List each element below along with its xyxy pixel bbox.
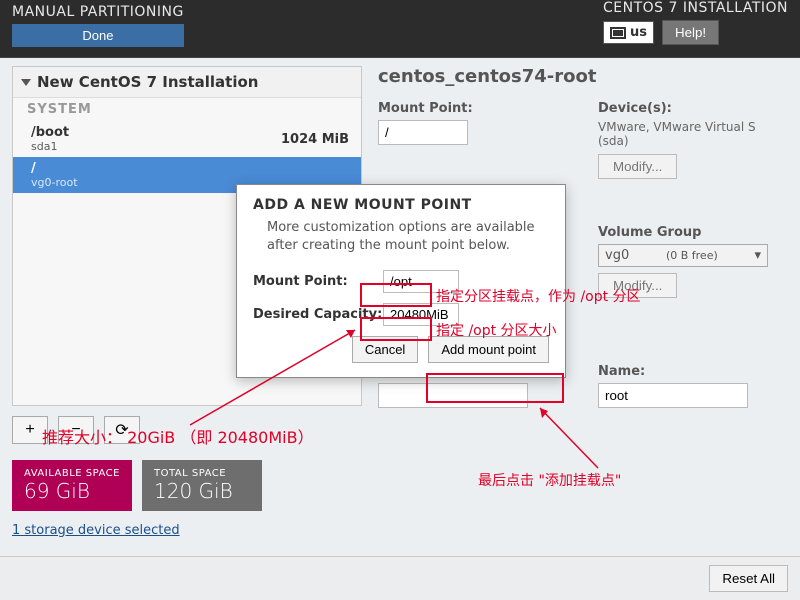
- total-space-box: TOTAL SPACE 120 GiB: [142, 460, 262, 511]
- name-input[interactable]: [598, 383, 748, 408]
- add-mount-point-button[interactable]: Add mount point: [428, 336, 549, 363]
- partition-list-title: New CentOS 7 Installation: [37, 73, 258, 91]
- mount-label: Mount Point:: [378, 101, 568, 116]
- device-text: VMware, VMware Virtual S (sda): [598, 120, 788, 148]
- capacity-label: Desired Capacity:: [253, 307, 383, 322]
- space-summary: AVAILABLE SPACE 69 GiB TOTAL SPACE 120 G…: [12, 460, 362, 511]
- done-button[interactable]: Done: [12, 24, 184, 47]
- system-section-label: SYSTEM: [27, 102, 347, 117]
- cancel-button[interactable]: Cancel: [352, 336, 418, 363]
- page-title: MANUAL PARTITIONING: [12, 4, 184, 20]
- total-label: TOTAL SPACE: [154, 468, 250, 479]
- keyboard-icon: [610, 27, 626, 39]
- dialog-title: ADD A NEW MOUNT POINT: [253, 197, 549, 213]
- keyboard-indicator[interactable]: us: [603, 21, 654, 44]
- reset-all-button[interactable]: Reset All: [709, 565, 788, 592]
- add-mount-point-dialog: ADD A NEW MOUNT POINT More customization…: [236, 184, 566, 378]
- partition-row-boot[interactable]: /boot sda1 1024 MiB: [13, 121, 361, 157]
- help-button[interactable]: Help!: [662, 20, 719, 45]
- vg-free: (0 B free): [666, 249, 718, 262]
- device-name: vg0-root: [31, 176, 78, 189]
- bottom-bar: Reset All: [0, 556, 800, 600]
- keyboard-layout: us: [630, 25, 647, 40]
- name-label: Name:: [598, 364, 788, 379]
- partition-list-header[interactable]: New CentOS 7 Installation: [13, 67, 361, 98]
- avail-value: 69 GiB: [24, 479, 120, 503]
- total-value: 120 GiB: [154, 479, 250, 503]
- device-label: Device(s):: [598, 101, 788, 116]
- topbar-right: CENTOS 7 INSTALLATION us Help!: [603, 0, 788, 45]
- storage-devices-link[interactable]: 1 storage device selected: [12, 523, 362, 538]
- detail-header: centos_centos74-root: [378, 66, 788, 87]
- topbar-left: MANUAL PARTITIONING Done: [12, 0, 184, 47]
- modify-device-button[interactable]: Modify...: [598, 154, 677, 179]
- mount-path: /: [31, 161, 78, 176]
- dialog-subtitle: More customization options are available…: [267, 219, 549, 254]
- label-input[interactable]: [378, 383, 528, 408]
- vg-label: Volume Group: [598, 225, 788, 240]
- annotation-text-2: 指定 /opt 分区大小: [436, 320, 557, 340]
- caret-down-icon: [21, 79, 31, 86]
- mount-point-label: Mount Point:: [253, 274, 383, 289]
- mount-field: Mount Point:: [378, 101, 568, 179]
- device-name: sda1: [31, 140, 69, 153]
- dialog-buttons: Cancel Add mount point: [253, 336, 549, 363]
- annotation-text-1: 指定分区挂载点，作为 /opt 分区: [436, 286, 641, 306]
- partition-size: 1024 MiB: [281, 132, 349, 147]
- annotation-text-3: 推荐大小： 20GiB （即 20480MiB）: [42, 424, 314, 448]
- device-field: Device(s): VMware, VMware Virtual S (sda…: [598, 101, 788, 179]
- mount-input[interactable]: [378, 120, 468, 145]
- available-space-box: AVAILABLE SPACE 69 GiB: [12, 460, 132, 511]
- mount-path: /boot: [31, 125, 69, 140]
- vg-select[interactable]: vg0 (0 B free) ▾: [598, 244, 768, 267]
- topbar: MANUAL PARTITIONING Done CENTOS 7 INSTAL…: [0, 0, 800, 58]
- name-field: Name:: [598, 364, 788, 408]
- chevron-down-icon: ▾: [754, 248, 761, 263]
- install-title: CENTOS 7 INSTALLATION: [603, 0, 788, 16]
- vg-value: vg0: [605, 248, 629, 263]
- avail-label: AVAILABLE SPACE: [24, 468, 120, 479]
- annotation-text-4: 最后点击 "添加挂载点": [478, 470, 621, 490]
